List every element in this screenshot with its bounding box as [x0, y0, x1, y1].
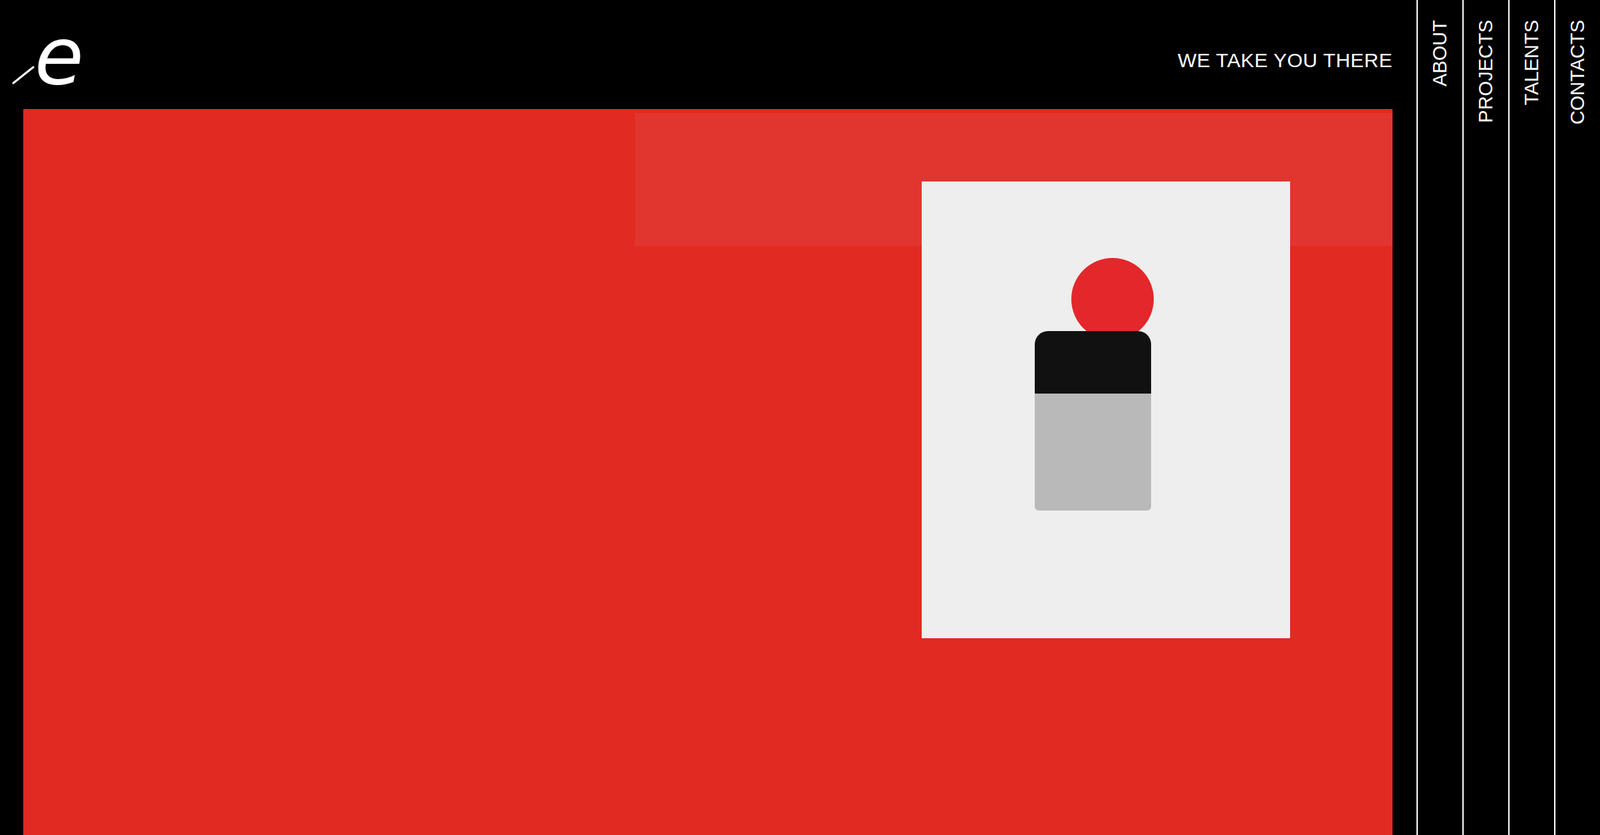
nav-label: PROJECTS — [1476, 19, 1496, 124]
logo-letter: e — [34, 16, 84, 97]
tagline: WE TAKE YOU THERE — [1177, 41, 1393, 72]
nav-label: CONTACTS — [1568, 19, 1588, 125]
header: e WE TAKE YOU THERE — [0, 0, 1417, 110]
main-area: e WE TAKE YOU THERE — [0, 0, 1417, 835]
side-nav: ABOUT PROJECTS TALENTS CONTACTS — [1416, 0, 1600, 835]
nav-item[interactable]: ABOUT — [1416, 0, 1463, 835]
nav-item[interactable]: TALENTS — [1508, 0, 1555, 835]
red-dot — [1071, 258, 1154, 341]
nav-item[interactable]: CONTACTS — [1554, 0, 1600, 835]
figure-shape — [1034, 331, 1152, 511]
page: e WE TAKE YOU THERE ABOUT PROJECTS TALENTS CO… — [0, 0, 1600, 835]
hero-photo — [23, 109, 1393, 835]
photo-print — [921, 181, 1291, 639]
nav-label: ABOUT — [1430, 19, 1450, 87]
nav-item[interactable]: PROJECTS — [1462, 0, 1509, 835]
logo[interactable]: e — [11, 16, 84, 97]
logo-swoosh-icon — [11, 64, 35, 85]
nav-label: TALENTS — [1522, 19, 1542, 106]
